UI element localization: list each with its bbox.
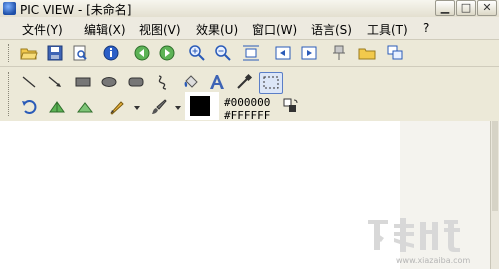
previous-icon[interactable] [133, 44, 151, 62]
rectangle-icon[interactable] [74, 73, 92, 91]
app-icon [3, 2, 16, 15]
minimize-button[interactable]: ▁ [435, 0, 455, 16]
folder-icon[interactable] [358, 44, 376, 62]
page-forward-icon[interactable] [300, 44, 318, 62]
open-folder-icon[interactable] [20, 44, 38, 62]
close-button[interactable]: ✕ [477, 0, 497, 16]
zoom-out-icon[interactable] [214, 44, 232, 62]
menu-tools[interactable]: 工具(T) [367, 21, 408, 38]
save-icon[interactable] [46, 44, 64, 62]
minimize-icon: ▁ [440, 1, 450, 14]
toolbar-grip[interactable] [8, 44, 12, 62]
pin-icon[interactable] [330, 44, 348, 62]
main-toolbar [0, 40, 499, 66]
print-preview-icon[interactable] [71, 44, 89, 62]
menu-language[interactable]: 语言(S) [311, 21, 352, 38]
foreground-color-swatch[interactable] [190, 96, 210, 116]
watermark-logo [360, 212, 480, 262]
text-icon[interactable] [208, 73, 226, 91]
eyedropper-icon[interactable] [235, 73, 253, 91]
watermark-url: www.xiazaiba.com [396, 256, 471, 265]
brush-dropdown-icon[interactable] [173, 98, 183, 116]
undo-icon[interactable] [20, 98, 38, 116]
swap-colors-icon[interactable] [281, 97, 299, 115]
fit-window-icon[interactable] [242, 44, 260, 62]
zoom-in-icon[interactable] [188, 44, 206, 62]
menu-bar: 文件(Y) 编辑(X) 视图(V) 效果(U) 窗口(W) 语言(S) 工具(T… [0, 17, 499, 39]
menu-effects[interactable]: 效果(U) [196, 21, 238, 38]
copy-windows-icon[interactable] [386, 44, 404, 62]
window-title: PIC VIEW - [未命名] [20, 3, 132, 17]
menu-file[interactable]: 文件(Y) [22, 21, 63, 38]
brush-icon[interactable] [150, 98, 168, 116]
maximize-button[interactable]: □ [456, 0, 476, 16]
close-icon: ✕ [482, 1, 492, 14]
menu-help[interactable]: ? [423, 21, 429, 35]
selection-rect-icon[interactable] [259, 72, 283, 94]
rounded-rect-icon[interactable] [127, 73, 145, 91]
info-icon[interactable] [102, 44, 120, 62]
pencil-icon[interactable] [108, 98, 126, 116]
maximize-icon: □ [460, 1, 472, 14]
menu-view[interactable]: 视图(V) [139, 21, 181, 38]
freehand-icon[interactable] [154, 73, 172, 91]
blur-icon[interactable] [76, 98, 94, 116]
scrollbar-thumb[interactable] [492, 121, 498, 211]
image-canvas[interactable] [0, 121, 400, 269]
foreground-color-value: #000000 [224, 96, 271, 109]
line-icon[interactable] [20, 73, 38, 91]
next-icon[interactable] [158, 44, 176, 62]
page-back-icon[interactable] [274, 44, 292, 62]
fill-icon[interactable] [182, 73, 200, 91]
toolbar-grip[interactable] [8, 72, 12, 116]
title-bar: PIC VIEW - [未命名] ▁ □ ✕ [0, 0, 499, 18]
sharpen-icon[interactable] [48, 98, 66, 116]
arrow-icon[interactable] [46, 73, 64, 91]
ellipse-icon[interactable] [100, 73, 118, 91]
pencil-dropdown-icon[interactable] [132, 98, 142, 116]
menu-edit[interactable]: 编辑(X) [84, 21, 126, 38]
menu-window[interactable]: 窗口(W) [252, 21, 297, 38]
vertical-scrollbar[interactable] [490, 121, 499, 269]
